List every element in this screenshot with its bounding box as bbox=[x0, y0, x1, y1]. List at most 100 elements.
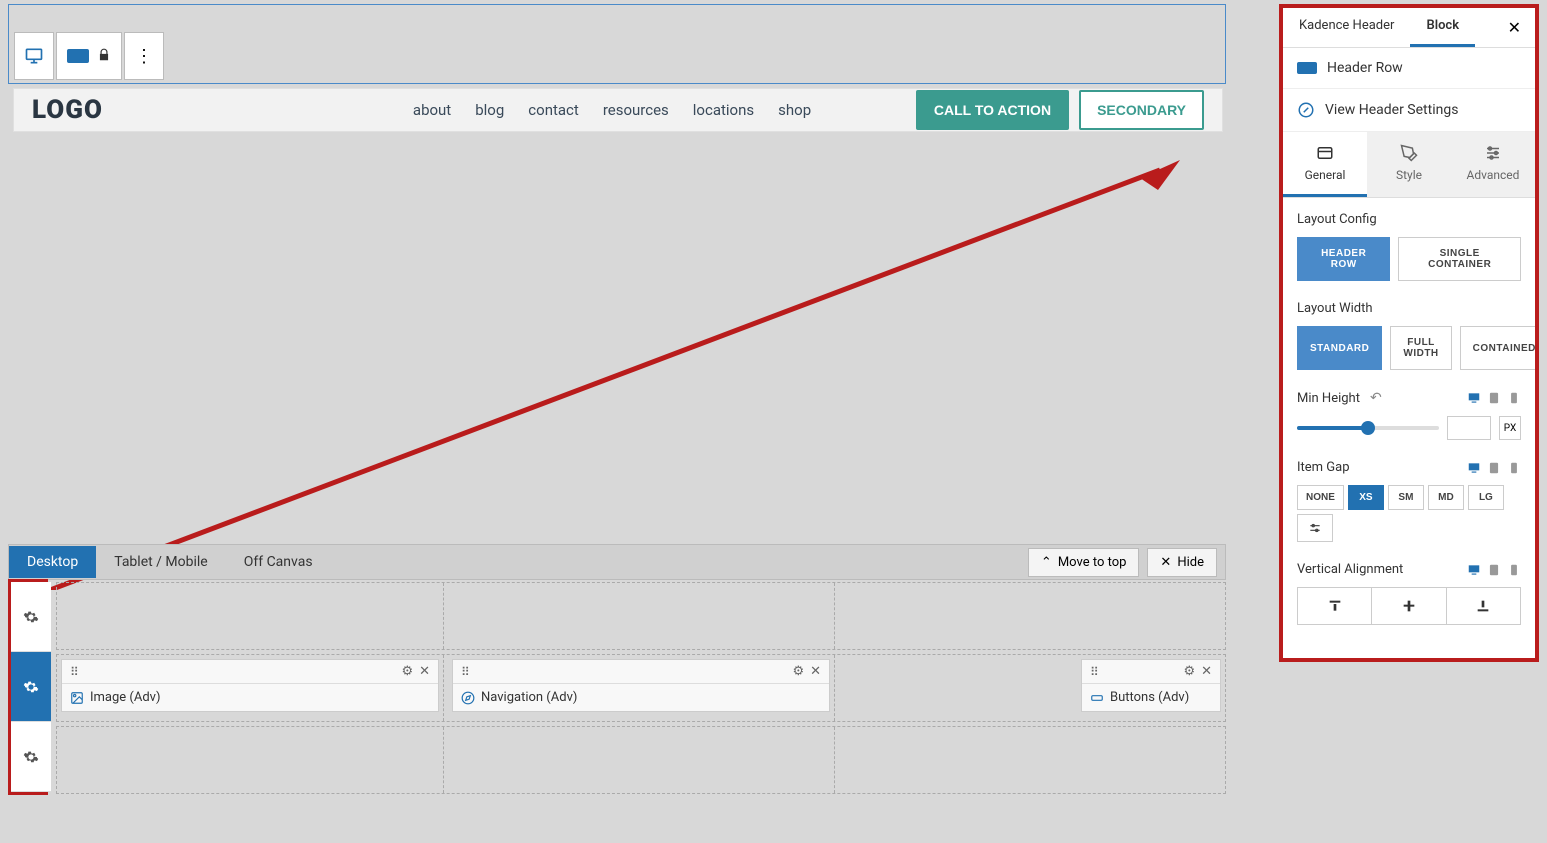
tab-tablet-mobile[interactable]: Tablet / Mobile bbox=[96, 546, 226, 578]
gear-icon[interactable]: ⚙ bbox=[401, 664, 413, 679]
gear-icon[interactable]: ⚙ bbox=[1183, 664, 1195, 679]
tab-block[interactable]: Block bbox=[1410, 8, 1475, 47]
layout-width-label: Layout Width bbox=[1297, 301, 1521, 316]
layout-width-standard[interactable]: STANDARD bbox=[1297, 326, 1382, 370]
nav-shop[interactable]: shop bbox=[778, 101, 811, 119]
move-to-top-button[interactable]: ⌃Move to top bbox=[1028, 548, 1140, 577]
nav-locations[interactable]: locations bbox=[693, 101, 754, 119]
selected-block-name: Header Row bbox=[1327, 60, 1403, 76]
device-desktop-icon[interactable] bbox=[1467, 563, 1481, 577]
layout-config-header-row[interactable]: HEADER ROW bbox=[1297, 237, 1390, 281]
logo-text: LOGO bbox=[32, 95, 103, 125]
selected-block-indicator: Header Row bbox=[1283, 48, 1535, 89]
block-navigation-adv[interactable]: ⠿ ⚙ ✕ Navigation (Adv) bbox=[452, 659, 830, 712]
layout-icon bbox=[1316, 144, 1334, 162]
tab-kadence-header[interactable]: Kadence Header bbox=[1283, 8, 1410, 47]
align-middle-icon bbox=[1401, 598, 1417, 614]
close-icon[interactable]: ✕ bbox=[1201, 664, 1212, 679]
gear-icon[interactable]: ⚙ bbox=[792, 664, 804, 679]
nav-resources[interactable]: resources bbox=[603, 101, 669, 119]
builder-row-bottom[interactable] bbox=[56, 726, 1226, 794]
device-mobile-icon[interactable] bbox=[1507, 461, 1521, 475]
header-builder: ⠿ ⚙ ✕ Image (Adv) ⠿ ⚙ ✕ Navigation (Adv) ⠿ ⚙ ✕… bbox=[8, 582, 1226, 798]
layout-width-contained[interactable]: CONTAINED bbox=[1460, 326, 1539, 370]
header-row-pill-icon bbox=[67, 49, 89, 63]
undo-icon[interactable]: ↶ bbox=[1370, 390, 1382, 406]
device-tabs: Desktop Tablet / Mobile Off Canvas ⌃Move… bbox=[8, 544, 1226, 580]
device-mobile-icon[interactable] bbox=[1507, 391, 1521, 405]
row-bottom-settings[interactable] bbox=[11, 722, 51, 792]
header-row-pill-icon bbox=[1297, 62, 1317, 74]
tab-desktop[interactable]: Desktop bbox=[9, 546, 96, 578]
nav-contact[interactable]: contact bbox=[528, 101, 579, 119]
nav-about[interactable]: about bbox=[413, 101, 451, 119]
row-settings-column bbox=[8, 582, 48, 795]
lock-icon bbox=[97, 47, 111, 66]
valign-top[interactable] bbox=[1298, 588, 1372, 624]
settings-sidebar: Kadence Header Block ✕ Header Row View H… bbox=[1279, 4, 1539, 662]
tab-off-canvas[interactable]: Off Canvas bbox=[226, 546, 331, 578]
hide-button[interactable]: ✕Hide bbox=[1147, 548, 1217, 577]
preview-header-row: LOGO about blog contact resources locati… bbox=[13, 88, 1223, 132]
block-label: Image (Adv) bbox=[90, 690, 161, 705]
drag-icon[interactable]: ⠿ bbox=[461, 665, 470, 679]
device-mobile-icon[interactable] bbox=[1507, 563, 1521, 577]
view-header-settings-link[interactable]: View Header Settings bbox=[1283, 89, 1535, 132]
min-height-slider[interactable] bbox=[1297, 426, 1439, 430]
gap-xs[interactable]: XS bbox=[1348, 485, 1384, 510]
desktop-preview-icon[interactable] bbox=[14, 32, 54, 80]
gap-sm[interactable]: SM bbox=[1388, 485, 1424, 510]
subtab-general[interactable]: General bbox=[1283, 132, 1367, 197]
more-options-button[interactable]: ⋮ bbox=[124, 32, 164, 80]
compass-icon bbox=[461, 691, 475, 705]
subtab-advanced[interactable]: Advanced bbox=[1451, 132, 1535, 197]
item-gap-label: Item Gap bbox=[1297, 460, 1350, 475]
device-desktop-icon[interactable] bbox=[1467, 391, 1481, 405]
device-tablet-icon[interactable] bbox=[1487, 563, 1501, 577]
nav-blog[interactable]: blog bbox=[475, 101, 504, 119]
image-icon bbox=[70, 691, 84, 705]
valign-bottom[interactable] bbox=[1447, 588, 1520, 624]
drag-icon[interactable]: ⠿ bbox=[1090, 665, 1099, 679]
close-icon[interactable]: ✕ bbox=[419, 664, 430, 679]
device-tablet-icon[interactable] bbox=[1487, 391, 1501, 405]
builder-row-top[interactable] bbox=[56, 582, 1226, 650]
drag-icon[interactable]: ⠿ bbox=[70, 665, 79, 679]
close-icon[interactable]: ✕ bbox=[810, 664, 821, 679]
canvas-background bbox=[8, 132, 1226, 542]
brush-icon bbox=[1400, 144, 1418, 162]
secondary-button[interactable]: SECONDARY bbox=[1079, 90, 1204, 130]
device-desktop-icon[interactable] bbox=[1467, 461, 1481, 475]
subtab-style[interactable]: Style bbox=[1367, 132, 1451, 197]
close-sidebar-button[interactable]: ✕ bbox=[1494, 8, 1535, 47]
block-type-indicator[interactable] bbox=[56, 32, 122, 80]
sliders-icon bbox=[1308, 521, 1322, 535]
gap-custom[interactable] bbox=[1297, 514, 1333, 542]
block-label: Buttons (Adv) bbox=[1110, 690, 1189, 705]
canvas-selection-outline bbox=[8, 4, 1226, 84]
gap-none[interactable]: NONE bbox=[1297, 485, 1344, 510]
vertical-alignment-label: Vertical Alignment bbox=[1297, 562, 1403, 577]
pencil-circle-icon bbox=[1297, 101, 1315, 119]
align-top-icon bbox=[1327, 598, 1343, 614]
block-buttons-adv[interactable]: ⠿ ⚙ ✕ Buttons (Adv) bbox=[1081, 659, 1221, 712]
sliders-icon bbox=[1484, 144, 1502, 162]
cta-button[interactable]: CALL TO ACTION bbox=[916, 90, 1069, 130]
row-top-settings[interactable] bbox=[11, 582, 51, 652]
layout-config-single-container[interactable]: SINGLE CONTAINER bbox=[1398, 237, 1521, 281]
gap-md[interactable]: MD bbox=[1428, 485, 1464, 510]
align-bottom-icon bbox=[1475, 598, 1491, 614]
nav-menu: about blog contact resources locations s… bbox=[413, 101, 811, 119]
row-main-settings[interactable] bbox=[11, 652, 51, 722]
gap-lg[interactable]: LG bbox=[1468, 485, 1504, 510]
layout-width-full[interactable]: FULL WIDTH bbox=[1390, 326, 1451, 370]
layout-config-label: Layout Config bbox=[1297, 212, 1521, 227]
builder-row-main[interactable]: ⠿ ⚙ ✕ Image (Adv) ⠿ ⚙ ✕ Navigation (Adv) ⠿ ⚙ ✕… bbox=[56, 654, 1226, 722]
min-height-unit[interactable]: PX bbox=[1499, 416, 1521, 440]
block-image-adv[interactable]: ⠿ ⚙ ✕ Image (Adv) bbox=[61, 659, 439, 712]
device-tablet-icon[interactable] bbox=[1487, 461, 1501, 475]
button-icon bbox=[1090, 691, 1104, 705]
block-label: Navigation (Adv) bbox=[481, 690, 577, 705]
min-height-input[interactable] bbox=[1447, 416, 1491, 440]
valign-middle[interactable] bbox=[1372, 588, 1446, 624]
